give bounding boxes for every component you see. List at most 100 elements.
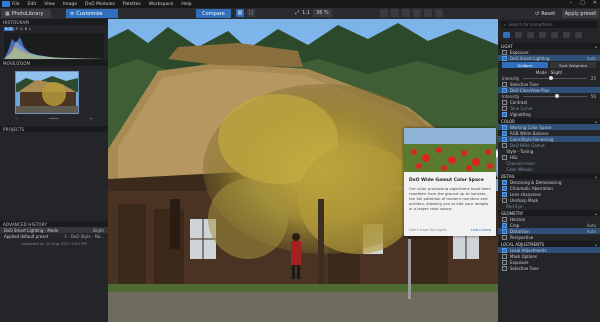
zoom-value[interactable]: 36 % — [313, 9, 332, 17]
hsl-label: HSL — [510, 154, 518, 160]
reset-button[interactable]: ↺ Reset — [535, 9, 555, 18]
intensity-label: Intensity — [502, 75, 520, 81]
menu-file[interactable]: File — [12, 2, 20, 7]
menu-help[interactable]: Help — [181, 2, 191, 7]
dont-show-link[interactable]: Don't show this again — [409, 228, 447, 232]
wide-gamut-toggle[interactable] — [502, 142, 507, 148]
red-eye-row[interactable]: · Red Eye — [498, 203, 600, 209]
favorites-icon[interactable] — [575, 32, 582, 38]
crop-tool-icon[interactable] — [380, 9, 388, 17]
channel-g[interactable]: G — [20, 27, 23, 31]
color-wheels-row[interactable]: · Color Wheels — [498, 166, 600, 172]
chromatic-toggle[interactable] — [502, 185, 507, 191]
all-palettes-icon[interactable] — [503, 32, 510, 38]
selective-tone-toggle[interactable] — [502, 81, 507, 87]
horizon-tool-icon[interactable] — [391, 9, 399, 17]
menu-view[interactable]: View — [44, 2, 55, 7]
apply-preset-button[interactable]: Apply preset — [562, 9, 599, 18]
local-exposure-toggle[interactable] — [502, 259, 507, 265]
contrast-label: Contrast — [510, 99, 528, 105]
local-palette-icon[interactable] — [563, 32, 570, 38]
channel-r[interactable]: R — [16, 27, 18, 31]
channel-l[interactable]: L — [29, 27, 31, 31]
uniform-button[interactable]: Uniform — [502, 62, 548, 68]
menu-workspace[interactable]: Workspace — [149, 2, 174, 7]
mode-row[interactable]: Mode : Slight — [498, 69, 600, 75]
navigator-thumbnail[interactable] — [15, 71, 79, 114]
clearview-row[interactable]: DxO ClearView Plus — [498, 87, 600, 93]
spot-weighted-button[interactable]: Spot Weighted — [550, 62, 596, 68]
menu-edit[interactable]: Edit — [28, 2, 37, 7]
clearview-intensity-knob[interactable] — [555, 94, 560, 98]
projects-header[interactable]: PROJECTS — [0, 126, 108, 132]
repair-tool-icon[interactable] — [413, 9, 421, 17]
tone-curve-toggle[interactable] — [502, 105, 507, 111]
channel-b[interactable]: B — [25, 27, 27, 31]
selective-tone-label: Selective Tone — [510, 81, 539, 87]
section-detail-title: DETAIL — [501, 173, 515, 179]
learn-more-link[interactable]: Learn more — [471, 228, 491, 232]
menu-palettes[interactable]: Palettes — [123, 2, 141, 7]
menu-dxo-modules[interactable]: DxO Modules — [85, 2, 115, 7]
perspective-toggle[interactable] — [502, 234, 507, 240]
mode-dropdown[interactable]: Mode : Slight — [536, 70, 562, 75]
search-input[interactable]: ⌕ Search for corrections... — [501, 21, 597, 28]
minimize-icon[interactable]: – — [570, 0, 573, 6]
perspective-tool-icon[interactable] — [402, 9, 410, 17]
zoom-slider-icon[interactable]: ━━━━ — [49, 116, 59, 121]
vignetting-toggle[interactable] — [502, 111, 507, 117]
fit-icon[interactable]: ⤢ — [295, 10, 299, 16]
smart-lighting-label: DxO Smart Lighting — [510, 55, 550, 61]
smart-lighting-row[interactable]: DxO Smart Lighting Auto — [498, 55, 600, 61]
channel-rgb[interactable]: RGB — [4, 27, 14, 31]
color-rendering-toggle[interactable] — [502, 136, 507, 142]
mask-options-toggle[interactable] — [502, 253, 507, 259]
detail-palette-icon[interactable] — [539, 32, 546, 38]
clearview-intensity-track[interactable] — [523, 94, 587, 98]
zoom-in-icon[interactable]: + — [89, 116, 92, 121]
color-palette-icon[interactable] — [527, 32, 534, 38]
lens-sharpness-toggle[interactable] — [502, 191, 507, 197]
working-space-toggle[interactable] — [502, 124, 507, 130]
intensity-track[interactable] — [523, 76, 587, 80]
perspective-row[interactable]: Perspective — [498, 234, 600, 240]
local-adjust-tool-icon[interactable] — [435, 9, 443, 17]
history-item[interactable]: DxO Smart Lighting - Mode Slight — [0, 227, 108, 233]
history-item[interactable]: Applied default preset 1 - DxO Style - N… — [0, 233, 108, 239]
denoising-toggle[interactable] — [502, 179, 507, 185]
white-balance-toggle[interactable] — [502, 130, 507, 136]
maximize-icon[interactable]: □ — [580, 0, 585, 6]
split-view-icon[interactable]: ▥ — [236, 9, 244, 17]
close-icon[interactable]: ✕ — [593, 0, 597, 6]
crop-toggle[interactable] — [502, 222, 507, 228]
unsharp-mask-toggle[interactable] — [502, 197, 507, 203]
sliders-icon: ≡ — [70, 10, 75, 17]
intensity-knob[interactable] — [548, 76, 553, 80]
reset-label: Reset — [541, 10, 556, 17]
tab-customize[interactable]: ≡ Customize — [66, 9, 118, 18]
zoom-fit-label[interactable]: 1:1 — [302, 10, 310, 16]
contrast-toggle[interactable] — [502, 99, 507, 105]
horizon-toggle[interactable] — [502, 216, 507, 222]
geometry-palette-icon[interactable] — [551, 32, 558, 38]
clearview-toggle[interactable] — [502, 87, 507, 93]
menu-image[interactable]: Image — [63, 2, 77, 7]
local-selective-tone-row[interactable]: Selective Tone — [498, 265, 600, 271]
loupe-view-icon[interactable]: □ — [247, 9, 255, 17]
working-space-label: Working Color Space — [510, 124, 552, 130]
zoom-out-icon[interactable]: − — [15, 116, 18, 121]
lens-sharpness-label: Lens sharpness — [510, 191, 541, 197]
light-palette-icon[interactable] — [515, 32, 522, 38]
poppies-image — [404, 128, 496, 172]
distortion-toggle[interactable] — [502, 228, 507, 234]
local-adjustments-toggle[interactable] — [502, 247, 507, 253]
vignetting-row[interactable]: Vignetting — [498, 111, 600, 117]
section-geometry-title: GEOMETRY — [501, 210, 524, 216]
compare-button[interactable]: Compare — [196, 9, 231, 18]
local-selective-tone-toggle[interactable] — [502, 265, 507, 271]
hsl-toggle[interactable] — [502, 154, 507, 160]
tab-photolibrary[interactable]: ▦ PhotoLibrary — [1, 9, 51, 18]
smart-lighting-toggle[interactable] — [502, 55, 507, 61]
redeye-tool-icon[interactable] — [424, 9, 432, 17]
exposure-toggle[interactable] — [502, 49, 507, 55]
